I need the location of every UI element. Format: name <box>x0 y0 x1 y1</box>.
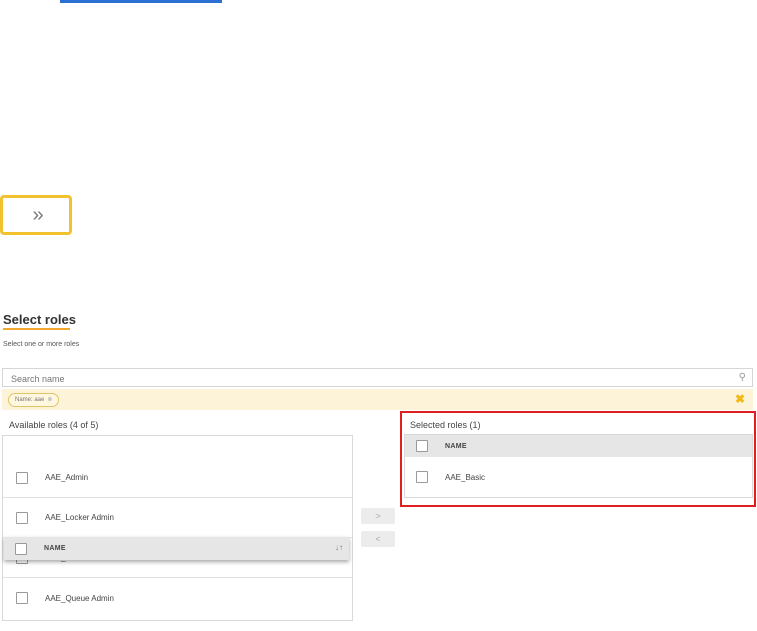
list-item[interactable]: AAE_Admin <box>3 458 352 498</box>
search-box: ⚲ <box>2 368 753 388</box>
search-input[interactable] <box>3 370 711 388</box>
section-subtitle: Select one or more roles <box>3 341 80 348</box>
list-item[interactable]: AAE_Locker Admin <box>3 498 352 538</box>
row-checkbox[interactable] <box>416 471 428 483</box>
expand-button[interactable]: » <box>0 195 72 235</box>
row-checkbox[interactable] <box>16 471 28 484</box>
filter-chip-label: Name: aae <box>15 397 45 403</box>
row-checkbox[interactable] <box>16 592 28 604</box>
close-icon[interactable]: ⊗ <box>47 394 52 406</box>
available-roles-list: AAE_Admin AAE_Locker Admin AAE_Pool Admi… <box>2 435 353 621</box>
role-name: AAE_Basic <box>445 472 486 482</box>
role-name: AAE_Queue Admin <box>45 593 114 603</box>
chevron-right-icon: > <box>375 511 381 521</box>
double-chevron-right-icon: » <box>32 203 43 226</box>
section-title-underline <box>3 328 70 330</box>
filter-bar: Name: aae ⊗ ✖ <box>2 389 753 410</box>
row-checkbox[interactable] <box>16 511 28 524</box>
select-all-checkbox[interactable] <box>416 440 428 452</box>
available-roles-title: Available roles (4 of 5) <box>9 420 99 430</box>
select-all-checkbox[interactable] <box>15 542 27 555</box>
section-title: Select roles <box>3 312 76 327</box>
role-name: AAE_Locker Admin <box>45 513 114 522</box>
sort-icon[interactable]: ↓↑ <box>335 543 343 552</box>
search-icon[interactable]: ⚲ <box>739 372 746 383</box>
column-header-name: NAME <box>44 545 66 552</box>
chevron-left-icon: < <box>375 534 381 544</box>
filter-chip[interactable]: Name: aae ⊗ <box>8 393 60 407</box>
clear-filters-icon[interactable]: ✖ <box>735 392 745 406</box>
selected-roles-list: NAME AAE_Basic <box>404 434 753 498</box>
role-name: AAE_Admin <box>45 473 89 482</box>
selected-roles-title: Selected roles (1) <box>410 420 481 430</box>
list-item[interactable]: AAE_Basic <box>405 457 752 497</box>
top-link-underline <box>60 0 222 3</box>
list-item[interactable]: AAE_Queue Admin <box>3 578 352 618</box>
column-header-name[interactable]: NAME <box>445 443 467 450</box>
selected-roles-header: NAME <box>405 435 752 457</box>
dragged-column-header[interactable]: NAME ↓↑ <box>4 537 349 560</box>
remove-role-button[interactable]: < <box>361 531 395 547</box>
add-role-button[interactable]: > <box>361 508 395 524</box>
